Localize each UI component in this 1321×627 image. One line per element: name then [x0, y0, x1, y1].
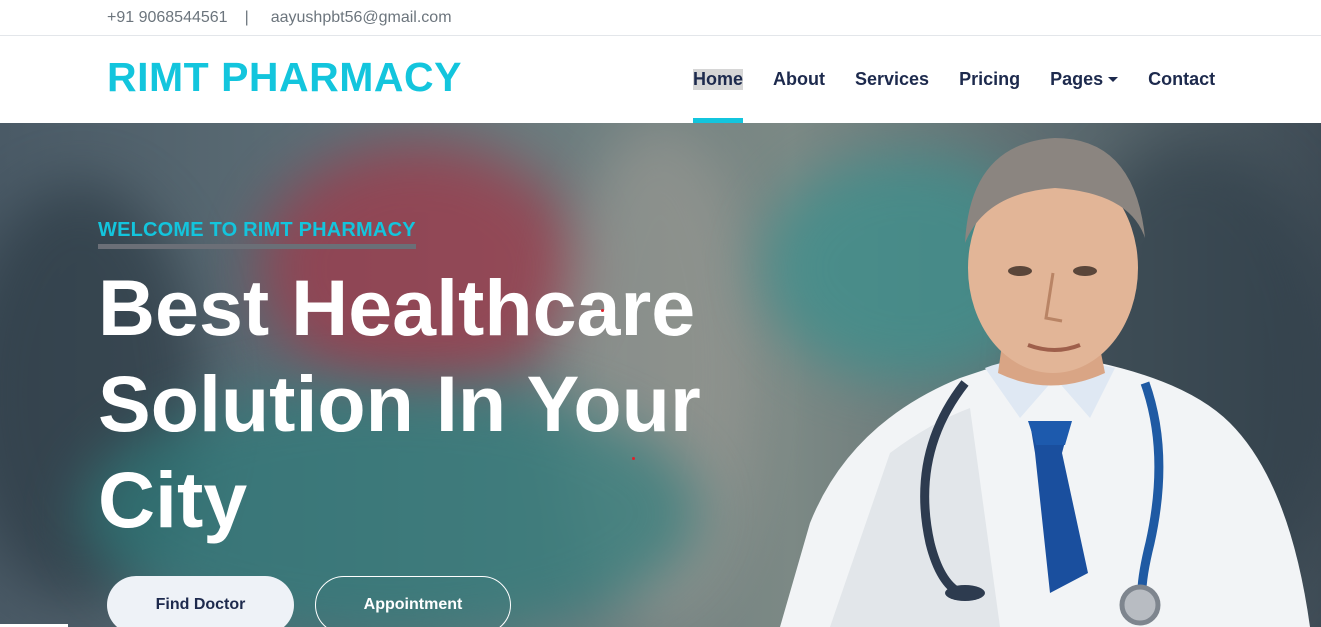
find-doctor-button[interactable]: Find Doctor [107, 576, 294, 627]
brand-logo[interactable]: RIMT PHARMACY [107, 54, 462, 101]
hero-section: WELCOME TO RIMT PHARMACY Best Healthcare… [0, 123, 1321, 627]
nav-item-pricing[interactable]: Pricing [959, 36, 1020, 123]
navbar: RIMT PHARMACY Home About Services Pricin… [0, 36, 1321, 123]
topbar-email[interactable]: aayushpbt56@gmail.com [271, 9, 452, 27]
red-dot-artifact [601, 309, 604, 312]
hero-welcome-text: WELCOME TO RIMT PHARMACY [98, 219, 416, 249]
nav-label-pricing: Pricing [959, 69, 1021, 89]
nav-item-home[interactable]: Home [693, 36, 744, 123]
topbar: +91 9068544561 | aayushpbt56@gmail.com [0, 0, 1321, 36]
nav-label-home: Home [693, 69, 744, 90]
nav-label-contact: Contact [1148, 69, 1216, 89]
nav-item-contact[interactable]: Contact [1148, 36, 1215, 123]
hero-content: WELCOME TO RIMT PHARMACY Best Healthcare… [0, 123, 1321, 627]
topbar-separator: | [244, 8, 249, 26]
nav-label-pages: Pages [1050, 69, 1104, 89]
hero-headline: Best Healthcare Solution In Your City [98, 263, 701, 544]
nav-label-services: Services [855, 69, 930, 89]
nav-item-about[interactable]: About [773, 36, 825, 123]
topbar-phone[interactable]: +91 9068544561 [107, 9, 228, 27]
appointment-button[interactable]: Appointment [315, 576, 511, 627]
caret-down-icon [1108, 77, 1119, 82]
nav-label-about: About [773, 69, 825, 89]
red-dot-artifact [632, 457, 635, 460]
nav-item-pages[interactable]: Pages [1050, 36, 1119, 123]
nav-item-services[interactable]: Services [855, 36, 929, 123]
main-nav: Home About Services Pricing Pages Contac… [693, 36, 1245, 123]
